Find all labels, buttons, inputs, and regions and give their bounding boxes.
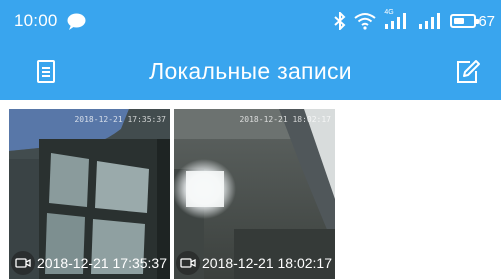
signal-icon (385, 13, 407, 29)
status-time: 10:00 (14, 11, 58, 30)
recording-caption: 2018-12-21 17:35:37 (11, 251, 167, 275)
page-title: Локальные записи (149, 58, 352, 84)
chat-bubble-icon (67, 13, 86, 30)
recording-thumbnail[interactable]: 2018-12-21 17:35:37 2018-12-21 17:35:37 (9, 109, 170, 279)
signal-icon-2 (419, 13, 441, 29)
recording-thumbnail[interactable]: 2018-12-21 18:02:17 2018-12-21 18:02:17 (174, 109, 335, 279)
app-bar: 10:00 4G 67 Локальные записи (0, 0, 501, 100)
video-watermark: 2018-12-21 17:35:37 (74, 115, 166, 124)
video-watermark: 2018-12-21 18:02:17 (239, 115, 331, 124)
recording-timestamp: 2018-12-21 18:02:17 (202, 255, 332, 271)
recording-caption: 2018-12-21 18:02:17 (176, 251, 332, 275)
status-icons: 4G 67 (334, 9, 495, 32)
signal-4g: 4G (384, 9, 410, 30)
battery-icon (450, 14, 480, 28)
video-camera-icon (176, 251, 200, 275)
battery-indicator: 67 (450, 13, 495, 30)
wifi-icon (354, 13, 376, 30)
bluetooth-icon (334, 12, 346, 30)
recordings-grid: 2018-12-21 17:35:37 2018-12-21 17:35:37 (0, 100, 501, 279)
recording-timestamp: 2018-12-21 17:35:37 (37, 255, 167, 271)
edit-icon[interactable] (454, 58, 482, 86)
video-camera-icon (11, 251, 35, 275)
toolbar: Локальные записи (0, 44, 501, 100)
battery-percent: 67 (478, 12, 495, 30)
status-bar: 10:00 4G 67 (0, 0, 501, 44)
